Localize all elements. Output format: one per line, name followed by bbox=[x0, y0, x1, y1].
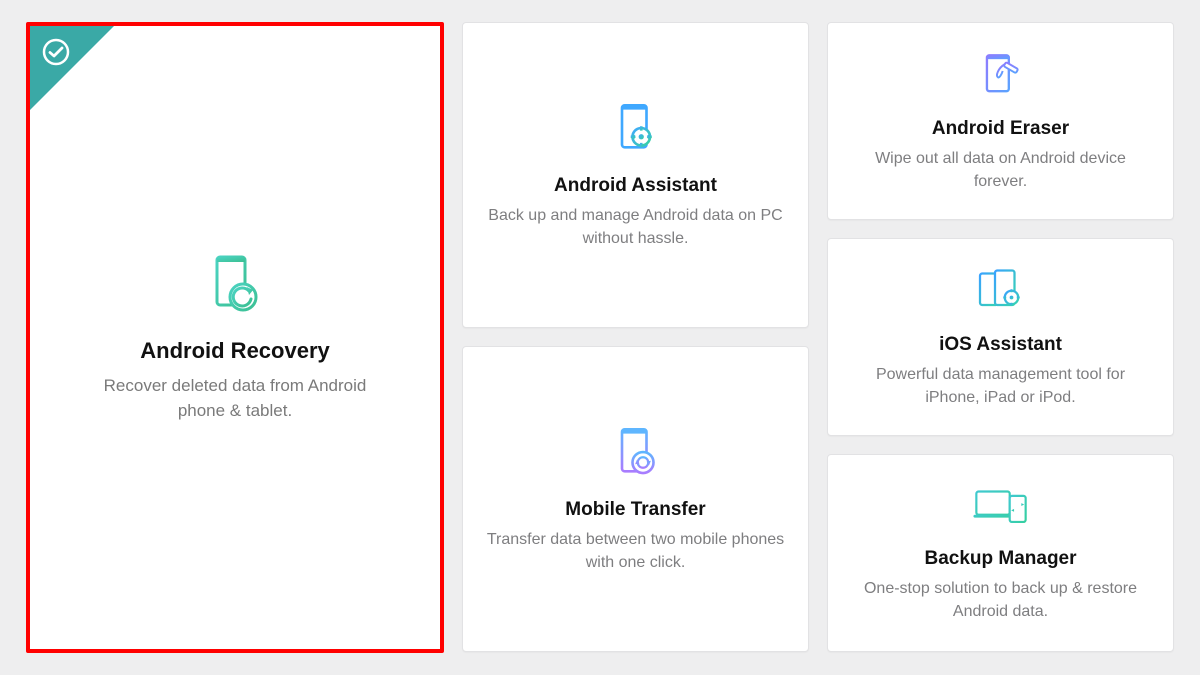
right-columns: Android Assistant Back up and manage And… bbox=[462, 22, 1174, 653]
card-desc: Wipe out all data on Android device fore… bbox=[851, 148, 1151, 193]
card-title: Backup Manager bbox=[924, 548, 1076, 570]
card-title: Mobile Transfer bbox=[565, 499, 705, 521]
card-title: Android Assistant bbox=[554, 175, 717, 197]
card-title: Android Eraser bbox=[932, 118, 1069, 140]
phone-restore-icon bbox=[203, 251, 267, 320]
card-backup-manager[interactable]: Backup Manager One-stop solution to back… bbox=[827, 454, 1174, 652]
card-mobile-transfer[interactable]: Mobile Transfer Transfer data between tw… bbox=[462, 346, 809, 652]
card-android-recovery[interactable]: Android Recovery Recover deleted data fr… bbox=[26, 22, 444, 653]
card-title: Android Recovery bbox=[140, 338, 330, 364]
tool-selector-grid: Android Recovery Recover deleted data fr… bbox=[0, 0, 1200, 675]
card-desc: Powerful data management tool for iPhone… bbox=[851, 364, 1151, 409]
phone-sync-icon bbox=[608, 424, 664, 485]
phone-gear-icon bbox=[608, 100, 664, 161]
card-ios-assistant[interactable]: iOS Assistant Powerful data management t… bbox=[827, 238, 1174, 436]
card-desc: Transfer data between two mobile phones … bbox=[486, 529, 786, 574]
laptop-phone-swap-icon bbox=[972, 483, 1030, 534]
phones-gear-icon bbox=[974, 265, 1028, 320]
card-android-assistant[interactable]: Android Assistant Back up and manage And… bbox=[462, 22, 809, 328]
card-android-eraser[interactable]: Android Eraser Wipe out all data on Andr… bbox=[827, 22, 1174, 220]
column-a: Android Assistant Back up and manage And… bbox=[462, 22, 809, 653]
card-desc: Back up and manage Android data on PC wi… bbox=[486, 205, 786, 250]
card-desc: Recover deleted data from Android phone … bbox=[100, 374, 370, 423]
checkmark-icon bbox=[40, 36, 72, 73]
phone-erase-icon bbox=[976, 49, 1026, 104]
card-title: iOS Assistant bbox=[939, 334, 1062, 356]
card-desc: One-stop solution to back up & restore A… bbox=[851, 578, 1151, 623]
column-b: Android Eraser Wipe out all data on Andr… bbox=[827, 22, 1174, 653]
